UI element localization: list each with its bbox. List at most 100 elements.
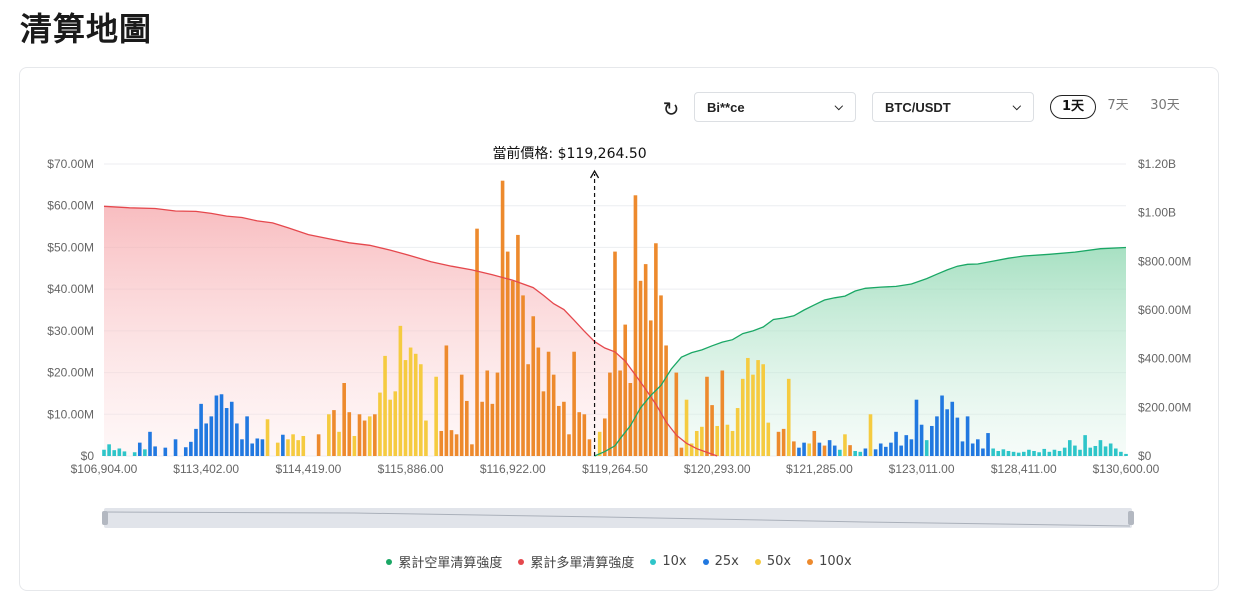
- bar-50x[interactable]: [694, 430, 699, 456]
- bar-10x[interactable]: [1011, 451, 1016, 456]
- bar-100x[interactable]: [495, 372, 500, 456]
- bar-100x[interactable]: [643, 264, 648, 456]
- bar-100x[interactable]: [332, 410, 336, 456]
- bar-100x[interactable]: [587, 439, 592, 456]
- bar-10x[interactable]: [1088, 447, 1093, 456]
- bar-50x[interactable]: [786, 378, 791, 456]
- bar-100x[interactable]: [654, 243, 658, 456]
- legend-item[interactable]: 累計多單清算強度: [518, 552, 634, 571]
- bar-25x[interactable]: [281, 434, 285, 456]
- bar-50x[interactable]: [296, 440, 300, 456]
- bar-10x[interactable]: [996, 450, 1001, 456]
- bar-50x[interactable]: [715, 425, 719, 456]
- bar-10x[interactable]: [1103, 446, 1108, 456]
- bar-10x[interactable]: [1067, 440, 1072, 456]
- bar-25x[interactable]: [797, 447, 801, 456]
- bar-100x[interactable]: [572, 351, 576, 456]
- bar-10x[interactable]: [1057, 450, 1062, 456]
- bar-100x[interactable]: [521, 295, 525, 456]
- bar-100x[interactable]: [500, 180, 505, 456]
- bar-50x[interactable]: [684, 399, 689, 456]
- bar-50x[interactable]: [843, 434, 847, 456]
- bar-25x[interactable]: [235, 423, 239, 456]
- refresh-icon[interactable]: ↻: [660, 98, 682, 120]
- legend-item[interactable]: 25x: [702, 552, 739, 571]
- bar-100x[interactable]: [459, 374, 464, 456]
- bar-100x[interactable]: [556, 405, 561, 456]
- bar-25x[interactable]: [183, 447, 188, 456]
- bar-25x[interactable]: [260, 439, 265, 456]
- zoom-slider[interactable]: [102, 508, 1134, 528]
- bar-25x[interactable]: [889, 442, 893, 456]
- bar-10x[interactable]: [1062, 447, 1067, 456]
- legend-item[interactable]: 50x: [754, 552, 791, 571]
- bar-25x[interactable]: [894, 431, 898, 456]
- bar-100x[interactable]: [357, 414, 362, 456]
- bar-50x[interactable]: [756, 360, 760, 456]
- bar-50x[interactable]: [367, 416, 372, 456]
- bar-10x[interactable]: [1001, 449, 1006, 456]
- bar-10x[interactable]: [107, 444, 111, 456]
- bar-25x[interactable]: [930, 425, 934, 456]
- bar-100x[interactable]: [812, 430, 817, 456]
- bar-50x[interactable]: [766, 422, 771, 456]
- bar-100x[interactable]: [490, 403, 495, 456]
- bar-50x[interactable]: [265, 419, 270, 456]
- bar-100x[interactable]: [485, 370, 490, 456]
- bar-25x[interactable]: [802, 442, 806, 456]
- bar-100x[interactable]: [470, 444, 474, 456]
- bar-100x[interactable]: [618, 370, 622, 456]
- tab-7d[interactable]: 7天: [1103, 95, 1133, 119]
- bar-10x[interactable]: [1006, 450, 1011, 456]
- bar-10x[interactable]: [1098, 440, 1103, 456]
- legend-item[interactable]: 10x: [650, 552, 687, 571]
- bar-25x[interactable]: [224, 408, 229, 456]
- bar-100x[interactable]: [577, 412, 582, 456]
- pair-select[interactable]: BTC/USDT ⌵: [872, 92, 1034, 122]
- bar-25x[interactable]: [194, 428, 198, 456]
- bar-100x[interactable]: [664, 345, 668, 456]
- zoom-handle-left[interactable]: [102, 511, 108, 525]
- bar-50x[interactable]: [398, 325, 403, 456]
- bar-50x[interactable]: [424, 420, 428, 456]
- bar-25x[interactable]: [245, 416, 249, 456]
- bar-25x[interactable]: [919, 424, 924, 456]
- bar-100x[interactable]: [792, 441, 796, 456]
- bar-50x[interactable]: [378, 392, 382, 456]
- exchange-select[interactable]: Bi**ce ⌵: [694, 92, 856, 122]
- bar-25x[interactable]: [955, 417, 960, 456]
- bar-100x[interactable]: [316, 434, 321, 456]
- bar-10x[interactable]: [1047, 451, 1052, 456]
- bar-100x[interactable]: [781, 428, 786, 456]
- bar-10x[interactable]: [1022, 451, 1026, 456]
- bar-10x[interactable]: [102, 449, 106, 456]
- bar-100x[interactable]: [516, 234, 520, 456]
- bar-25x[interactable]: [209, 416, 214, 456]
- bar-50x[interactable]: [868, 414, 873, 456]
- bar-25x[interactable]: [940, 395, 944, 456]
- bar-100x[interactable]: [776, 431, 781, 456]
- bar-10x[interactable]: [112, 450, 117, 456]
- bar-25x[interactable]: [250, 443, 254, 456]
- bar-25x[interactable]: [986, 433, 990, 456]
- bar-100x[interactable]: [608, 372, 612, 456]
- bar-100x[interactable]: [505, 251, 510, 456]
- bar-10x[interactable]: [132, 452, 137, 456]
- bar-50x[interactable]: [751, 374, 755, 456]
- bar-100x[interactable]: [531, 316, 536, 456]
- bar-50x[interactable]: [735, 408, 740, 456]
- bar-25x[interactable]: [976, 439, 980, 456]
- bar-25x[interactable]: [970, 443, 975, 456]
- bar-25x[interactable]: [163, 447, 168, 456]
- bar-50x[interactable]: [291, 434, 295, 456]
- zoom-handle-right[interactable]: [1128, 511, 1134, 525]
- bar-25x[interactable]: [219, 394, 224, 456]
- bar-25x[interactable]: [878, 443, 883, 456]
- bar-10x[interactable]: [853, 450, 857, 456]
- bar-100x[interactable]: [511, 280, 515, 456]
- tab-30d[interactable]: 30天: [1147, 95, 1183, 119]
- bar-50x[interactable]: [807, 443, 811, 456]
- bar-10x[interactable]: [1078, 449, 1082, 456]
- bar-100x[interactable]: [347, 412, 352, 456]
- bar-100x[interactable]: [582, 414, 587, 456]
